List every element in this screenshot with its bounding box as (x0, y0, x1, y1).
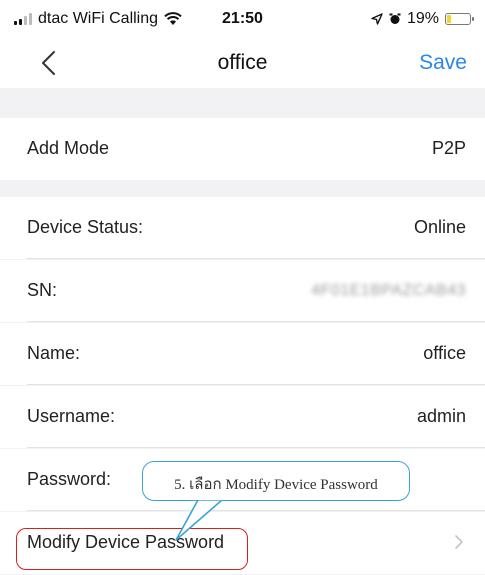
battery-percent: 19% (406, 10, 439, 27)
add-mode-label: Add Mode (27, 138, 110, 158)
chevron-right-icon[interactable] (453, 534, 465, 550)
username-row[interactable]: Username: admin (0, 386, 485, 448)
save-button[interactable]: Save (419, 51, 467, 75)
add-mode-value: P2P (431, 138, 466, 158)
divider (27, 384, 485, 385)
location-arrow-icon (371, 13, 383, 25)
password-label: Password: (27, 469, 112, 489)
divider (27, 510, 485, 511)
name-value[interactable]: office (423, 343, 466, 364)
username-value[interactable]: admin (417, 406, 466, 427)
name-label: Name: (27, 343, 81, 363)
add-mode-row: Add Mode P2P (0, 118, 485, 180)
sn-label: SN: (27, 280, 58, 300)
callout-text: 5. เลือก Modify Device Password (174, 477, 378, 493)
name-row[interactable]: Name: office (0, 323, 485, 385)
navigation-bar: office Save (0, 40, 485, 88)
divider (27, 321, 485, 322)
instruction-callout: 5. เลือก Modify Device Password (142, 461, 410, 501)
alarm-icon (389, 13, 401, 24)
page-title: office (217, 51, 268, 74)
sn-row: SN: 4F01E1BPAZCAB43 (0, 260, 485, 322)
sn-value: 4F01E1BPAZCAB43 (311, 282, 466, 299)
username-label: Username: (27, 406, 116, 426)
battery-fill (447, 15, 451, 23)
device-status-row: Device Status: Online (0, 197, 485, 259)
battery-icon (445, 13, 474, 25)
device-status-value: Online (413, 217, 466, 237)
highlight-box (16, 528, 248, 570)
divider (27, 447, 485, 448)
status-bar: dtac WiFi Calling 21:50 19% (0, 0, 485, 40)
divider (27, 258, 485, 259)
device-status-label: Device Status: (27, 217, 144, 237)
